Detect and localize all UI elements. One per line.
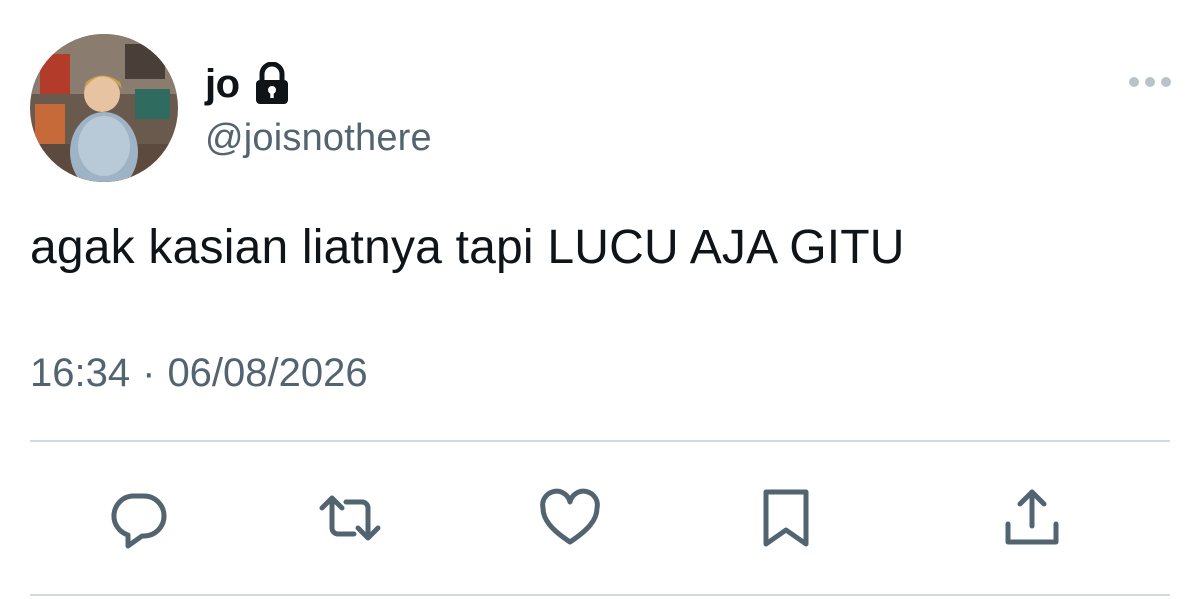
reply-icon xyxy=(111,493,167,549)
avatar-photo xyxy=(30,34,178,182)
like-button[interactable] xyxy=(538,486,602,550)
divider xyxy=(30,440,1170,442)
timestamp-separator: · xyxy=(142,351,156,395)
lock-icon xyxy=(255,62,288,104)
reply-button[interactable] xyxy=(106,486,170,550)
tweet-timestamp[interactable]: 16:34 · 06/08/2026 xyxy=(30,348,368,398)
tweet-date: 06/08/2026 xyxy=(167,351,368,395)
author-handle[interactable]: @joisnothere xyxy=(205,116,432,160)
heart-icon xyxy=(540,488,600,545)
tweet-text: agak kasian liatnya tapi LUCU AJA GITU xyxy=(30,221,905,274)
author-display-name-row: jo xyxy=(205,60,292,108)
bookmark-icon xyxy=(763,489,809,547)
more-options-icon xyxy=(1129,77,1171,87)
avatar[interactable] xyxy=(30,34,178,182)
divider xyxy=(30,594,1170,596)
more-options-button[interactable] xyxy=(1120,66,1180,98)
share-icon xyxy=(1005,489,1059,545)
bookmark-button[interactable] xyxy=(754,486,818,550)
share-button[interactable] xyxy=(1000,486,1064,550)
retweet-icon xyxy=(319,495,381,541)
display-name[interactable]: jo xyxy=(205,60,240,108)
retweet-button[interactable] xyxy=(318,486,382,550)
tweet-time: 16:34 xyxy=(30,351,131,395)
